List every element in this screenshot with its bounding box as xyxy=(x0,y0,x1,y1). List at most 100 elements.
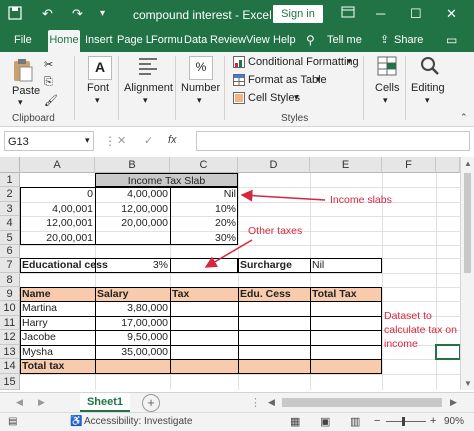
insert-function-icon[interactable]: fx xyxy=(168,134,177,146)
alignment-icon xyxy=(138,57,158,78)
scroll-left-icon[interactable]: ◀ xyxy=(268,397,275,408)
paste-button[interactable]: Paste xyxy=(12,85,40,97)
cell-styles-icon xyxy=(233,92,245,107)
close-icon[interactable]: ✕ xyxy=(446,6,457,22)
editing-chevron-icon[interactable]: ▾ xyxy=(425,95,430,106)
tab-split-icon[interactable]: ⋮ xyxy=(250,396,261,409)
undo-icon[interactable]: ↶ xyxy=(42,6,53,22)
scrollbar-thumb[interactable] xyxy=(464,173,471,273)
copy-icon[interactable]: ⎘ xyxy=(44,76,53,89)
tab-data[interactable]: Data xyxy=(184,30,207,52)
divider xyxy=(363,56,364,120)
tab-view[interactable]: View xyxy=(246,30,270,52)
conditional-chevron-icon[interactable]: ▾ xyxy=(347,56,352,67)
normal-view-icon[interactable]: ▦ xyxy=(290,415,300,428)
editing-search-icon xyxy=(420,56,440,79)
arrow-income-slabs xyxy=(240,189,326,202)
accessibility-icon[interactable]: ♿ xyxy=(70,416,82,427)
sheet-tab-sheet1[interactable]: Sheet1 xyxy=(80,393,130,412)
sign-in-button[interactable]: Sign in xyxy=(273,5,323,23)
tab-file[interactable]: File xyxy=(14,30,32,52)
divider xyxy=(405,56,406,120)
ribbon-tabs: File Home Insert Page L Formu Data Revie… xyxy=(0,30,474,52)
font-chevron-icon[interactable]: ▾ xyxy=(95,95,100,106)
cell-styles-button[interactable]: Cell Styles xyxy=(248,92,300,104)
number-chevron-icon[interactable]: ▾ xyxy=(197,95,202,106)
formula-input[interactable] xyxy=(196,131,470,151)
format-as-table-button[interactable]: Format as Table xyxy=(248,74,327,86)
cells-chevron-icon[interactable]: ▾ xyxy=(383,95,388,106)
alignment-button[interactable]: Alignment xyxy=(124,82,173,94)
ready-icon: ▤ xyxy=(8,416,18,427)
save-icon[interactable] xyxy=(8,6,22,24)
share-icon[interactable]: ⇪ xyxy=(380,30,389,52)
divider xyxy=(118,56,119,120)
cancel-icon[interactable]: ✕ xyxy=(117,134,126,147)
annotation-dataset-line1: Dataset to xyxy=(384,310,432,322)
scroll-down-icon[interactable]: ▼ xyxy=(464,379,472,388)
zoom-level[interactable]: 90% xyxy=(444,416,464,427)
paste-icon[interactable] xyxy=(12,58,34,87)
tab-help[interactable]: Help xyxy=(273,30,296,52)
scroll-right-icon[interactable]: ▶ xyxy=(450,397,457,408)
font-icon: A xyxy=(88,56,112,80)
window-title: compound interest - Excel xyxy=(133,8,272,22)
cells-icon xyxy=(377,56,397,79)
quick-access-chevron-icon[interactable]: ▾ xyxy=(100,6,105,22)
zoom-out-icon[interactable]: − xyxy=(374,415,380,427)
ribbon-display-icon[interactable] xyxy=(341,6,355,22)
conditional-formatting-button[interactable]: Conditional Formatting xyxy=(248,56,359,68)
tab-insert[interactable]: Insert xyxy=(85,30,113,52)
annotation-dataset-line2: calculate tax on xyxy=(384,324,457,336)
group-styles: Styles xyxy=(281,113,309,124)
redo-icon[interactable]: ↷ xyxy=(72,6,83,22)
scroll-up-icon[interactable]: ▲ xyxy=(464,159,472,168)
name-box[interactable]: G13 xyxy=(4,131,94,151)
comments-icon[interactable]: ▭ xyxy=(446,30,457,52)
tab-home[interactable]: Home xyxy=(48,30,80,52)
page-layout-icon[interactable]: ▣ xyxy=(320,415,330,428)
alignment-chevron-icon[interactable]: ▾ xyxy=(143,95,148,106)
lightbulb-icon[interactable]: ⚲ xyxy=(306,30,315,52)
add-sheet-icon[interactable]: + xyxy=(142,394,160,412)
tab-page-layout[interactable]: Page L xyxy=(117,30,152,52)
tell-me-search[interactable]: Tell me xyxy=(327,30,362,52)
number-icon: % xyxy=(189,56,213,80)
accessibility-status[interactable]: Accessibility: Investigate xyxy=(84,416,192,427)
enter-icon[interactable]: ✓ xyxy=(144,134,153,147)
format-table-chevron-icon[interactable]: ▾ xyxy=(316,74,321,85)
annotation-arrows xyxy=(204,189,326,268)
zoom-in-icon[interactable]: + xyxy=(430,415,436,427)
name-box-chevron-icon[interactable]: ▾ xyxy=(85,135,90,146)
cells-button[interactable]: Cells xyxy=(375,82,399,94)
tab-review[interactable]: Review xyxy=(210,30,246,52)
formula-bar: G13 ▾ ⋮ ✕ ✓ fx xyxy=(0,128,474,156)
minimize-icon[interactable]: ─ xyxy=(376,6,385,22)
annotation-income-slabs: Income slabs xyxy=(330,194,392,206)
worksheet-grid[interactable]: A B C D E F 1 2 3 4 5 6 7 8 9 10 11 12 1… xyxy=(0,157,474,390)
horizontal-scrollbar-thumb[interactable] xyxy=(282,398,442,407)
format-painter-icon[interactable]: 🖌 xyxy=(44,94,58,107)
divider xyxy=(74,56,75,120)
annotation-dataset-line3: income xyxy=(384,338,418,350)
collapse-ribbon-icon[interactable]: ⌃ xyxy=(460,112,468,123)
share-button[interactable]: Share xyxy=(394,30,423,52)
prev-sheet-icon[interactable]: ◀ xyxy=(16,397,23,408)
zoom-slider[interactable] xyxy=(386,421,426,422)
cut-icon[interactable]: ✂ xyxy=(44,58,53,71)
ribbon: Paste ▾ ✂ ⎘ 🖌 Clipboard A Font ▾ Alignme… xyxy=(0,52,474,127)
font-button[interactable]: Font xyxy=(87,82,109,94)
maximize-icon[interactable]: ☐ xyxy=(410,6,422,22)
zoom-slider-thumb[interactable] xyxy=(402,417,405,426)
arrow-other-taxes xyxy=(204,239,253,268)
paste-chevron-icon[interactable]: ▾ xyxy=(18,97,23,108)
page-break-icon[interactable]: ▥ xyxy=(350,415,360,428)
number-button[interactable]: Number xyxy=(181,82,220,94)
vertical-scrollbar[interactable]: ▲ ▼ xyxy=(460,157,474,390)
editing-button[interactable]: Editing xyxy=(411,82,445,94)
cell-styles-chevron-icon[interactable]: ▾ xyxy=(294,92,299,103)
next-sheet-icon[interactable]: ▶ xyxy=(38,397,45,408)
annotation-other-taxes: Other taxes xyxy=(248,225,303,237)
tab-formulas[interactable]: Formu xyxy=(151,30,183,52)
conditional-formatting-icon xyxy=(233,56,245,71)
